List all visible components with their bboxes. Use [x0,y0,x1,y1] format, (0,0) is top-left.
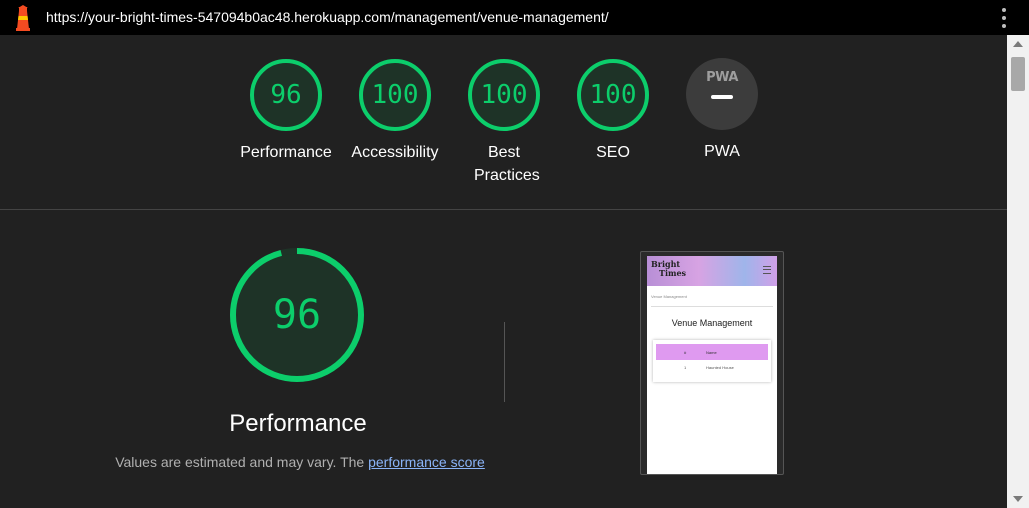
gauge-best-practices[interactable]: 100 Best Practices [449,58,559,187]
screenshot-page: Bright Times Venue Management Venue Mana… [647,256,777,474]
gauge-performance[interactable]: 96 Performance [231,58,341,164]
pwa-badge-text: PWA [706,70,738,85]
estimate-note-text: Values are estimated and may vary. The [115,454,369,470]
performance-score-link[interactable]: performance score [368,454,485,470]
screenshot-divider [651,306,773,307]
screenshot-brand: Bright Times [651,259,687,278]
gauge-pwa[interactable]: PWA PWA [667,58,777,163]
scrollbar-thumb[interactable] [1011,57,1025,91]
scroll-up-icon[interactable] [1013,41,1023,47]
pwa-badge-icon: PWA [686,58,758,130]
page-url[interactable]: https://your-bright-times-547094b0ac48.h… [46,9,609,25]
gauge-score: 100 [371,80,419,110]
screenshot-breadcrumb: Venue Management [651,294,687,299]
score-summary-header: 96 Performance 100 Accessibility 100 Bes… [0,35,1007,210]
screenshot-navbar: Bright Times [647,256,777,286]
gauge-label: Performance [240,144,332,161]
more-options-icon[interactable] [1001,8,1007,28]
screenshot-table-card: # Name 1 Haunted House [653,340,771,382]
browser-url-bar: https://your-bright-times-547094b0ac48.h… [0,0,1029,35]
gauge-label: Best Practices [474,144,540,184]
gauge-accessibility[interactable]: 100 Accessibility [340,58,450,164]
vertical-scrollbar[interactable] [1007,35,1029,508]
screenshot-table-header: # Name [656,344,768,360]
gauge-seo[interactable]: 100 SEO [558,58,668,164]
final-screenshot[interactable]: Bright Times Venue Management Venue Mana… [640,251,784,475]
gauge-score: 100 [480,80,528,110]
gauge-label: PWA [704,143,740,160]
lighthouse-logo-icon [16,5,30,31]
section-divider [504,322,505,402]
gauge-score: 96 [270,80,302,110]
performance-title: Performance [229,410,367,437]
gauge-score: 100 [589,80,637,110]
estimate-note: Values are estimated and may vary. The p… [90,454,510,470]
report-content: 96 Performance 100 Accessibility 100 Bes… [0,35,1007,508]
screenshot-title: Venue Management [671,318,753,328]
gauge-label: SEO [596,144,630,161]
performance-score-large: 96 [272,292,322,338]
hamburger-menu-icon [763,266,771,274]
gauge-label: Accessibility [351,144,439,161]
scroll-down-icon[interactable] [1013,496,1023,502]
